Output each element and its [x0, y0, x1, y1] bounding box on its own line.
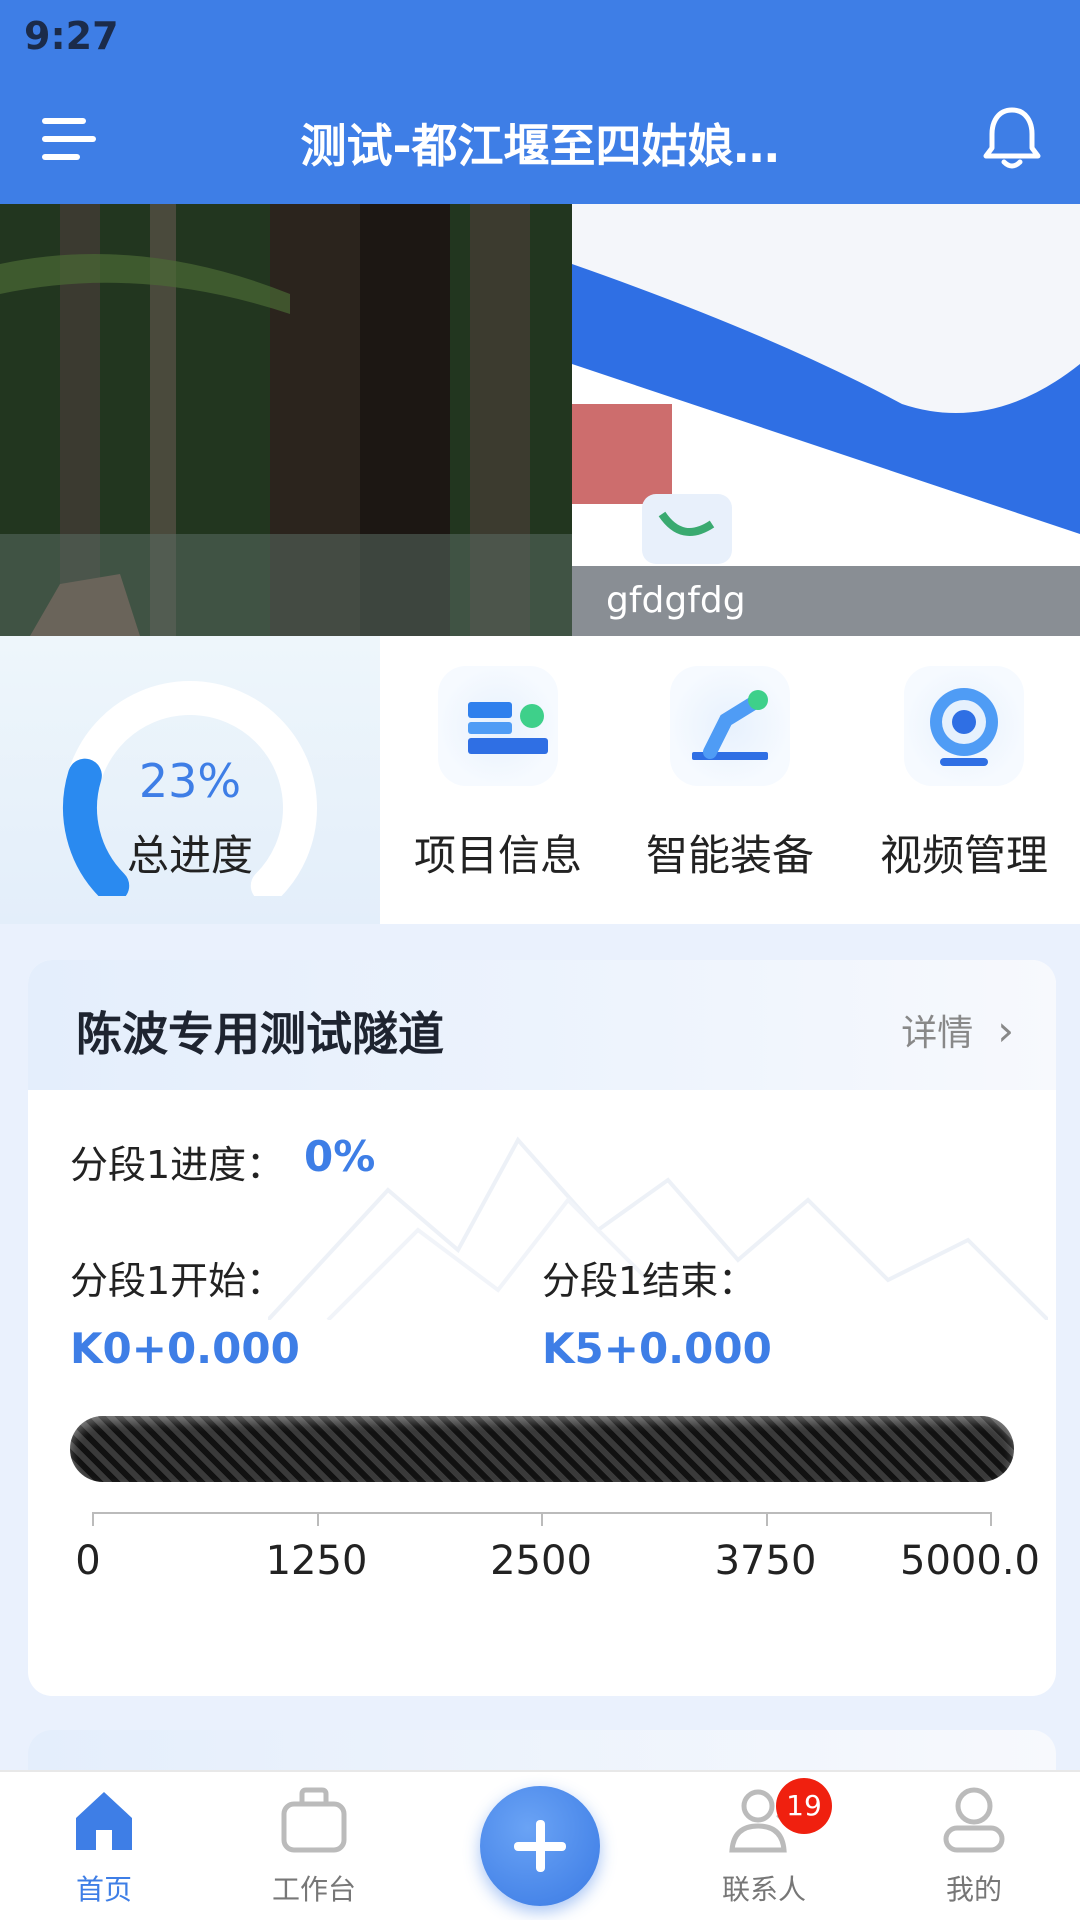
quick-action-project-info[interactable]: 项目信息 [398, 666, 598, 906]
nav-label: 联系人 [721, 1873, 806, 1906]
briefcase-icon [278, 1784, 350, 1856]
quick-actions: 项目信息 智能装备 视频管理 [380, 636, 1080, 924]
project-info-icon [438, 666, 558, 786]
user-icon [938, 1784, 1010, 1856]
notification-bell-icon[interactable] [980, 104, 1044, 174]
banner-caption: gfdgfdg [572, 566, 1080, 636]
chevron-right-icon: › [997, 1006, 1014, 1055]
nav-label: 工作台 [271, 1873, 356, 1906]
segment-progress-value: 0% [304, 1132, 376, 1181]
banner-promo[interactable]: gfdgfdg [572, 204, 1080, 636]
contacts-badge: 19 [776, 1778, 832, 1834]
tunnel-card: 陈波专用测试隧道 详情 › 分段1进度： 0% 分段1开始： K0+0.000 分… [28, 960, 1056, 1696]
scale-tick [92, 1512, 94, 1526]
nav-label: 首页 [75, 1873, 132, 1906]
status-time: 9:27 [24, 14, 119, 58]
home-icon [68, 1784, 140, 1856]
add-button[interactable] [480, 1786, 600, 1906]
banner-forest[interactable] [0, 204, 572, 636]
overall-progress-value: 23% [138, 754, 242, 808]
segment-start-label: 分段1开始： [70, 1259, 285, 1303]
quick-action-label: 项目信息 [413, 831, 582, 880]
tunnel-card-title: 陈波专用测试隧道 [76, 1007, 444, 1061]
segment-progress-bar [70, 1416, 1014, 1482]
nav-workbench[interactable]: 工作台 [234, 1784, 394, 1914]
scale-tick-label: 5000.0 [900, 1538, 1040, 1584]
scale-tick-label: 3750 [714, 1538, 817, 1584]
quick-action-label: 视频管理 [879, 831, 1048, 880]
scale-tick-label: 2500 [490, 1538, 592, 1584]
menu-button[interactable] [36, 112, 100, 172]
detail-link[interactable]: 详情 › [901, 1004, 1014, 1056]
quick-action-label: 智能装备 [645, 831, 814, 880]
smart-equipment-icon [670, 666, 790, 786]
page-title: 测试-都江堰至四姑娘… [300, 119, 780, 173]
segment-end-value: K5+0.000 [542, 1324, 772, 1373]
scale-tick [765, 1512, 768, 1526]
overall-progress-label: 总进度 [126, 831, 253, 880]
nav-mine[interactable]: 我的 [894, 1784, 1054, 1914]
scale-tick [541, 1512, 543, 1526]
quick-action-smart-equipment[interactable]: 智能装备 [630, 666, 830, 906]
app-header: 9:27 测试-都江堰至四姑娘… [0, 0, 1080, 204]
scale-tick [316, 1512, 319, 1526]
segment-end-label: 分段1结束： [542, 1259, 757, 1303]
detail-link-label: 详情 [901, 1013, 974, 1054]
overall-progress-panel[interactable]: 23% 总进度 [0, 636, 380, 924]
video-camera-icon [904, 666, 1024, 786]
segment-start-value: K0+0.000 [70, 1324, 300, 1373]
nav-home[interactable]: 首页 [24, 1784, 184, 1914]
quick-action-video-management[interactable]: 视频管理 [864, 666, 1064, 906]
scale-tick-label: 1250 [265, 1538, 368, 1584]
nav-label: 我的 [945, 1873, 1002, 1906]
tunnel-card-header: 陈波专用测试隧道 详情 › [28, 960, 1056, 1090]
scale-tick [990, 1512, 992, 1526]
segment-progress-label: 分段1进度： [70, 1143, 285, 1187]
scale-tick-label: 0 [75, 1538, 101, 1584]
